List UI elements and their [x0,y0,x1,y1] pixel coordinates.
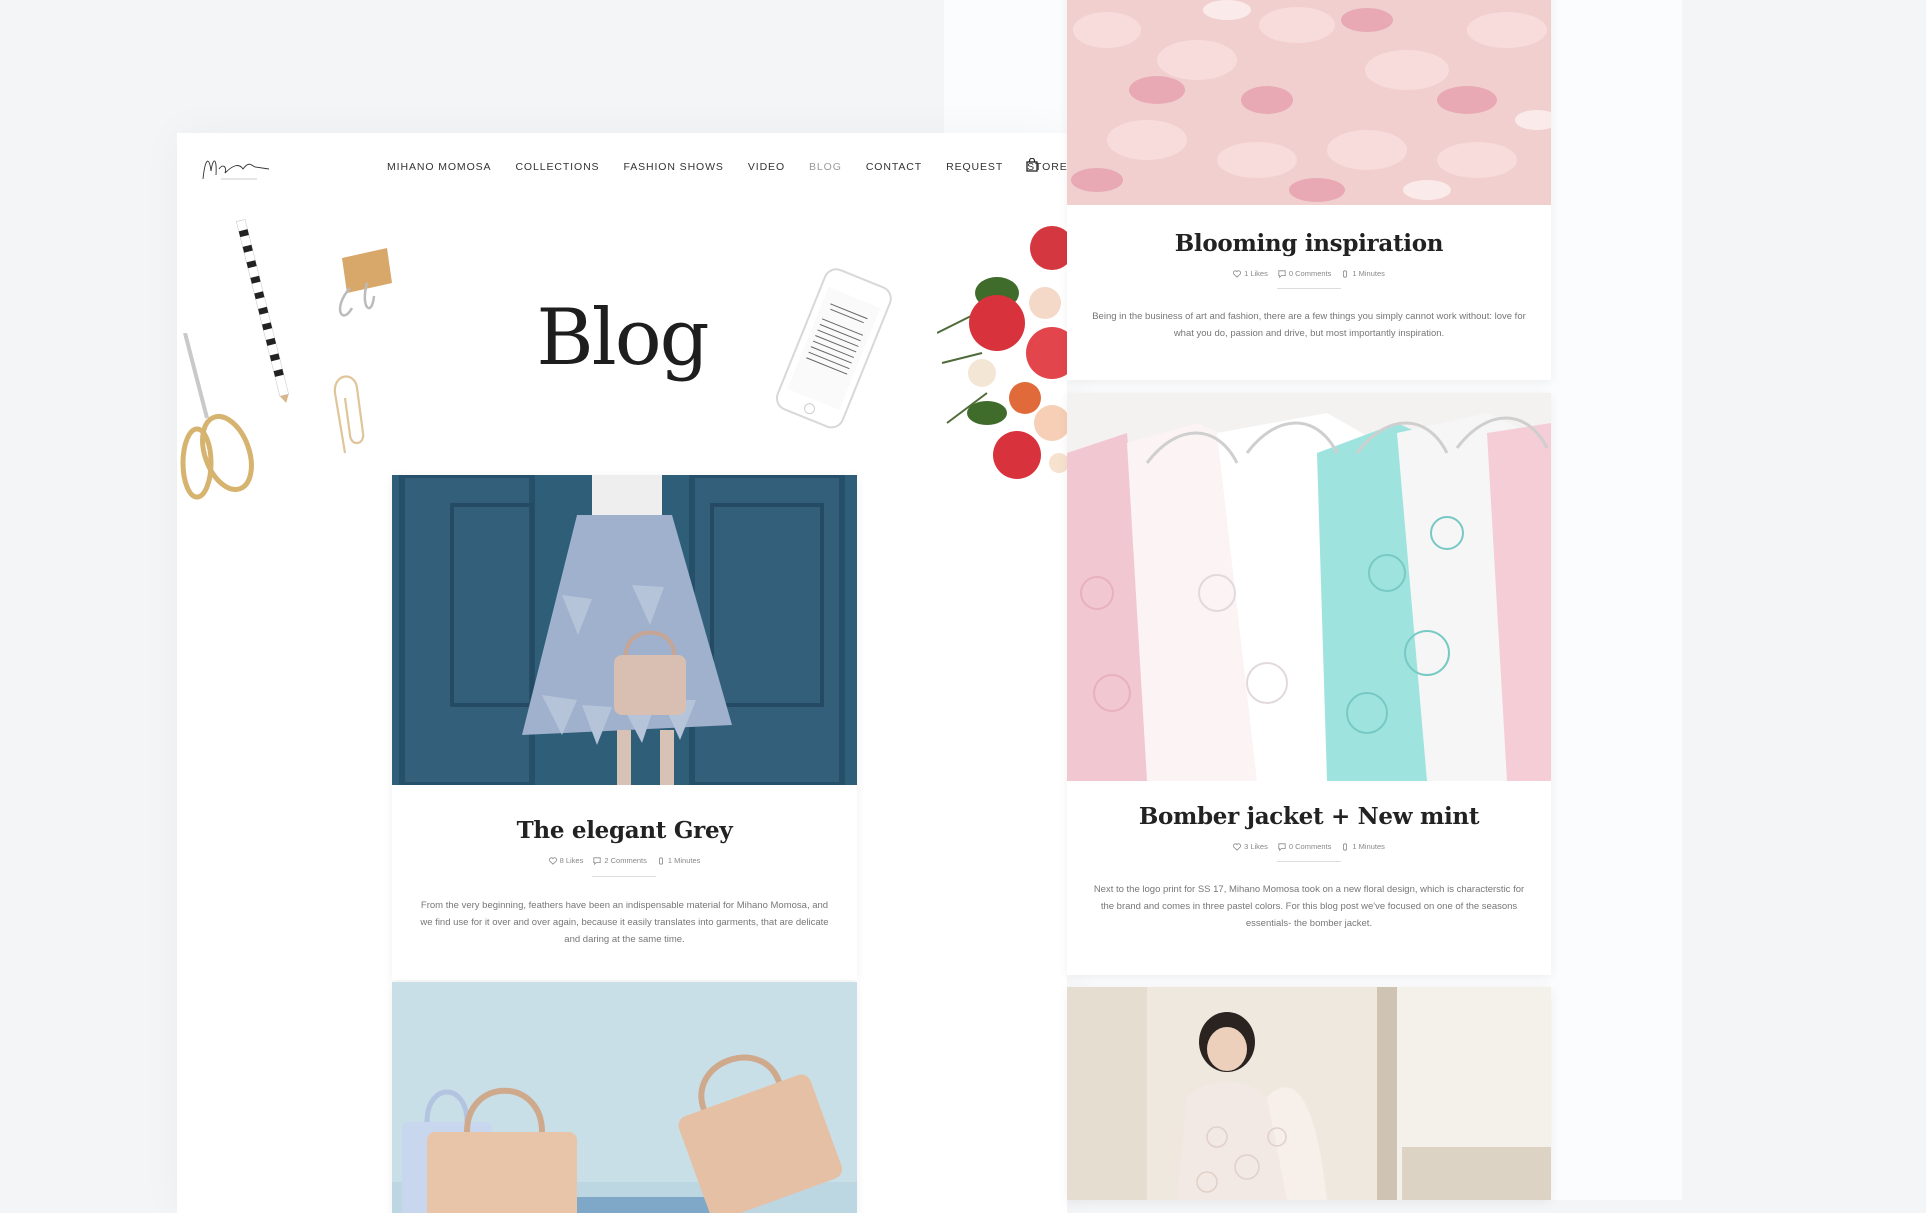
post-image-bomber-jackets[interactable] [1067,393,1551,781]
blog-post-card[interactable] [1067,987,1551,1200]
post-title[interactable]: Bomber jacket + New mint [1067,803,1551,830]
post-title[interactable]: The elegant Grey [392,817,857,844]
post-meta: 1 Likes 0 Comments 1 Minutes [1067,269,1551,278]
blog-post-card[interactable]: Blooming inspiration 1 Likes 0 Comments … [1067,0,1551,380]
read-time: 1 Minutes [1341,269,1385,278]
comment-icon [593,856,601,865]
divider [1277,288,1341,289]
post-image-handbags[interactable] [392,982,857,1213]
likes-count: 1 Likes [1244,269,1268,278]
blog-page-left: MIHANO MOMOSA COLLECTIONS FASHION SHOWS … [177,133,1067,1213]
nav-contact[interactable]: CONTACT [866,161,922,173]
post-meta: 8 Likes 2 Comments 1 Minutes [392,856,857,865]
comments[interactable]: 0 Comments [1278,842,1332,851]
heart-icon [1233,269,1242,278]
read-time: 1 Minutes [657,856,701,865]
nav-request[interactable]: REQUEST [946,161,1003,173]
divider [592,876,656,877]
post-image-woman-lace-dress[interactable] [1067,987,1551,1200]
nav-collections[interactable]: COLLECTIONS [515,161,599,173]
brand-logo[interactable] [199,149,273,187]
likes-count: 3 Likes [1244,842,1268,851]
heart-icon [1233,842,1242,851]
clock-icon [1343,269,1348,278]
post-image-rose-petals[interactable] [1067,0,1551,205]
likes[interactable]: 8 Likes [548,856,584,865]
main-nav: MIHANO MOMOSA COLLECTIONS FASHION SHOWS … [387,161,1067,173]
site-header: MIHANO MOMOSA COLLECTIONS FASHION SHOWS … [177,133,1067,203]
comments-count: 2 Comments [604,856,647,865]
post-excerpt: Being in the business of art and fashion… [1092,311,1526,339]
heart-icon [548,856,557,865]
blog-post-card[interactable] [392,982,857,1213]
comments-count: 0 Comments [1288,842,1332,851]
nav-video[interactable]: VIDEO [748,161,785,173]
nav-blog[interactable]: BLOG [809,161,842,173]
blog-post-card[interactable]: Bomber jacket + New mint 3 Likes 0 Comme… [1067,393,1551,975]
read-time: 1 Minutes [1341,842,1385,851]
shopping-bag-icon[interactable] [1026,158,1038,172]
comment-icon [1278,269,1286,278]
minutes-count: 1 Minutes [1352,842,1385,851]
comments[interactable]: 2 Comments [593,856,647,865]
page-title: Blog [536,293,709,383]
likes[interactable]: 3 Likes [1233,842,1268,851]
minutes-count: 1 Minutes [1352,269,1385,278]
likes[interactable]: 1 Likes [1233,269,1268,278]
clock-icon [658,856,663,865]
post-excerpt: Next to the logo print for SS 17, Mihano… [1093,884,1525,929]
post-excerpt: From the very beginning, feathers have b… [420,900,829,945]
nav-mihano-momosa[interactable]: MIHANO MOMOSA [387,161,491,173]
post-title[interactable]: Blooming inspiration [1067,230,1551,257]
comment-icon [1278,842,1286,851]
post-image-feather-skirt[interactable] [392,475,857,785]
blog-post-card[interactable]: The elegant Grey 8 Likes 2 Comments 1 Mi… [392,475,857,980]
nav-fashion-shows[interactable]: FASHION SHOWS [623,161,723,173]
likes-count: 8 Likes [559,856,584,865]
post-meta: 3 Likes 0 Comments 1 Minutes [1067,842,1551,851]
comments[interactable]: 0 Comments [1278,269,1332,278]
comments-count: 0 Comments [1288,269,1332,278]
minutes-count: 1 Minutes [667,856,701,865]
clock-icon [1343,842,1348,851]
divider [1277,861,1341,862]
